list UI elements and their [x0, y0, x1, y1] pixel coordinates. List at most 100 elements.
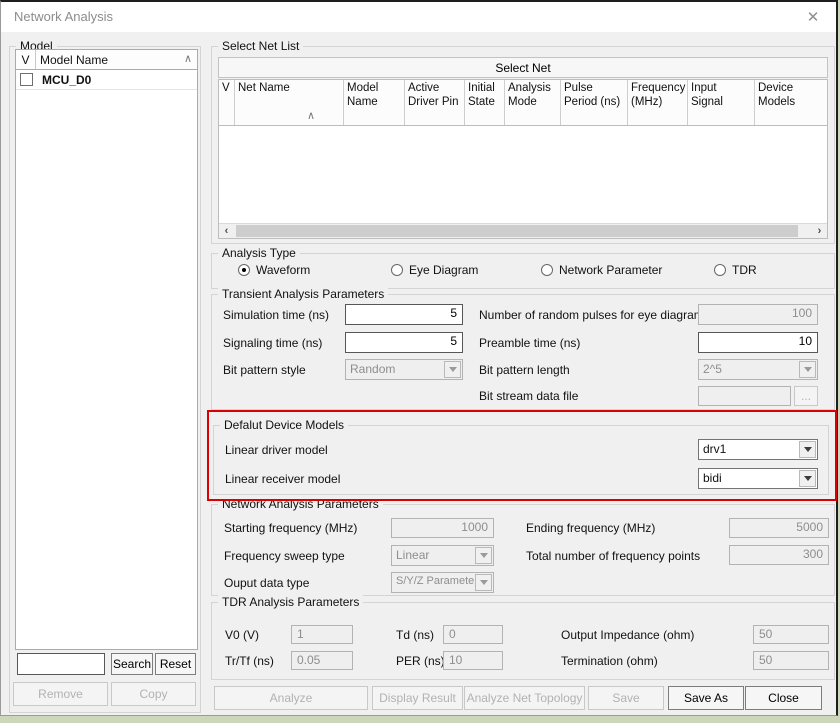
output-data-type-label: Ouput data type	[224, 576, 309, 590]
signaling-time-label: Signaling time (ns)	[223, 336, 322, 350]
net-col-device-models[interactable]: Device Models	[755, 80, 827, 125]
termination-input: 50	[753, 651, 829, 670]
display-result-button[interactable]: Display Result	[372, 686, 463, 710]
net-table-header: V Net Name ∧ Model Name Active Driver Pi…	[219, 80, 827, 126]
output-data-type-combo: S/Y/Z Parameter	[391, 572, 494, 593]
network-analysis-dialog: Network Analysis ✕ Model V Model Name ∧ …	[0, 0, 838, 716]
chevron-down-icon[interactable]	[799, 470, 816, 487]
network-params-group-label: Network Analysis Parameters	[218, 497, 383, 511]
starting-frequency-input: 1000	[391, 518, 494, 538]
model-check-column-header[interactable]: V	[16, 50, 36, 69]
net-col-model-name[interactable]: Model Name	[344, 80, 405, 125]
chevron-down-icon	[444, 361, 461, 378]
browse-button: ...	[794, 386, 818, 406]
radio-waveform-circle	[238, 264, 250, 276]
chevron-down-icon	[799, 361, 816, 378]
background-strip	[0, 716, 840, 723]
simulation-time-input[interactable]: 5	[345, 304, 463, 325]
chevron-down-icon[interactable]	[799, 441, 816, 458]
net-col-analysis-mode[interactable]: Analysis Mode	[505, 80, 561, 125]
bit-pattern-length-combo: 2^5	[698, 359, 818, 380]
save-as-button[interactable]: Save As	[668, 686, 744, 710]
save-button[interactable]: Save	[588, 686, 664, 710]
linear-driver-model-label: Linear driver model	[225, 443, 328, 457]
simulation-time-label: Simulation time (ns)	[223, 308, 329, 322]
scrollbar-thumb[interactable]	[236, 225, 798, 237]
radio-tdr[interactable]: TDR	[714, 263, 757, 277]
radio-network-parameter[interactable]: Network Parameter	[541, 263, 662, 277]
title-bar: Network Analysis ✕	[1, 2, 836, 32]
radio-waveform[interactable]: Waveform	[238, 263, 310, 277]
net-col-net-name[interactable]: Net Name ∧	[235, 80, 344, 125]
select-net-list-group-label: Select Net List	[218, 39, 303, 53]
signaling-time-input[interactable]: 5	[345, 332, 463, 353]
model-list-header: V Model Name ∧	[16, 50, 197, 70]
random-pulses-input: 100	[698, 304, 818, 325]
model-search-input[interactable]	[17, 653, 105, 675]
output-impedance-input: 50	[753, 625, 829, 644]
chevron-down-icon	[475, 574, 492, 591]
model-row-mcu-d0[interactable]: MCU_D0	[16, 70, 197, 90]
v0-input: 1	[291, 625, 353, 644]
net-col-input-signal[interactable]: Input Signal	[688, 80, 755, 125]
scroll-right-icon[interactable]: ›	[812, 224, 827, 238]
net-col-active-driver-pin[interactable]: Active Driver Pin	[405, 80, 465, 125]
analyze-button[interactable]: Analyze	[214, 686, 368, 710]
desktop-background: Network Analysis ✕ Model V Model Name ∧ …	[0, 0, 840, 723]
radio-network-parameter-circle	[541, 264, 553, 276]
linear-receiver-model-combo[interactable]: bidi	[698, 468, 818, 489]
net-col-pulse-period[interactable]: Pulse Period (ns)	[561, 80, 628, 125]
ending-frequency-input: 5000	[729, 518, 829, 538]
linear-receiver-model-label: Linear receiver model	[225, 472, 340, 486]
net-col-initial-state[interactable]: Initial State	[465, 80, 505, 125]
default-device-models-group-label: Defalut Device Models	[220, 418, 348, 432]
linear-driver-model-combo[interactable]: drv1	[698, 439, 818, 460]
close-button[interactable]: Close	[745, 686, 822, 710]
net-table: V Net Name ∧ Model Name Active Driver Pi…	[218, 79, 828, 239]
frequency-sweep-type-label: Frequency sweep type	[224, 549, 345, 563]
output-impedance-label: Output Impedance (ohm)	[561, 628, 694, 642]
bit-pattern-style-combo: Random	[345, 359, 463, 380]
radio-tdr-circle	[714, 264, 726, 276]
td-label: Td (ns)	[396, 628, 434, 642]
net-table-body	[219, 126, 827, 223]
ending-frequency-label: Ending frequency (MHz)	[526, 521, 655, 535]
net-table-hscrollbar[interactable]: ‹ ›	[219, 223, 827, 238]
copy-button[interactable]: Copy	[111, 682, 196, 706]
tr-tf-input: 0.05	[291, 651, 353, 670]
radio-eye-diagram-circle	[391, 264, 403, 276]
select-net-button[interactable]: Select Net	[218, 57, 828, 78]
net-col-frequency[interactable]: Frequency (MHz)	[628, 80, 688, 125]
td-input: 0	[443, 625, 503, 644]
bit-pattern-length-label: Bit pattern length	[479, 363, 570, 377]
sort-ascending-icon[interactable]: ∧	[184, 52, 192, 65]
remove-button[interactable]: Remove	[13, 682, 108, 706]
analyze-net-topology-button[interactable]: Analyze Net Topology	[464, 686, 585, 710]
per-input: 10	[443, 651, 503, 670]
scroll-left-icon[interactable]: ‹	[219, 224, 234, 238]
frequency-points-input: 300	[729, 545, 829, 565]
close-icon[interactable]: ✕	[798, 4, 828, 30]
radio-eye-diagram[interactable]: Eye Diagram	[391, 263, 478, 277]
per-label: PER (ns)	[396, 654, 445, 668]
model-name-column-header[interactable]: Model Name ∧	[36, 50, 197, 69]
net-sort-ascending-icon[interactable]: ∧	[307, 110, 315, 123]
net-col-check[interactable]: V	[219, 80, 235, 125]
chevron-down-icon	[475, 547, 492, 564]
preamble-time-input[interactable]: 10	[698, 332, 818, 353]
search-button[interactable]: Search	[111, 653, 153, 675]
bit-stream-file-input	[698, 386, 791, 406]
model-checkbox[interactable]	[20, 73, 33, 86]
tdr-params-group-label: TDR Analysis Parameters	[218, 595, 363, 609]
tr-tf-label: Tr/Tf (ns)	[225, 654, 274, 668]
analysis-type-group-label: Analysis Type	[218, 246, 300, 260]
bit-stream-file-label: Bit stream data file	[479, 389, 578, 403]
model-list: V Model Name ∧ MCU_D0	[15, 49, 198, 650]
random-pulses-label: Number of random pulses for eye diagram	[479, 308, 704, 322]
transient-group-label: Transient Analysis Parameters	[218, 287, 388, 301]
termination-label: Termination (ohm)	[561, 654, 658, 668]
v0-label: V0 (V)	[225, 628, 259, 642]
frequency-sweep-type-combo: Linear	[391, 545, 494, 566]
reset-button[interactable]: Reset	[155, 653, 196, 675]
bit-pattern-style-label: Bit pattern style	[223, 363, 306, 377]
